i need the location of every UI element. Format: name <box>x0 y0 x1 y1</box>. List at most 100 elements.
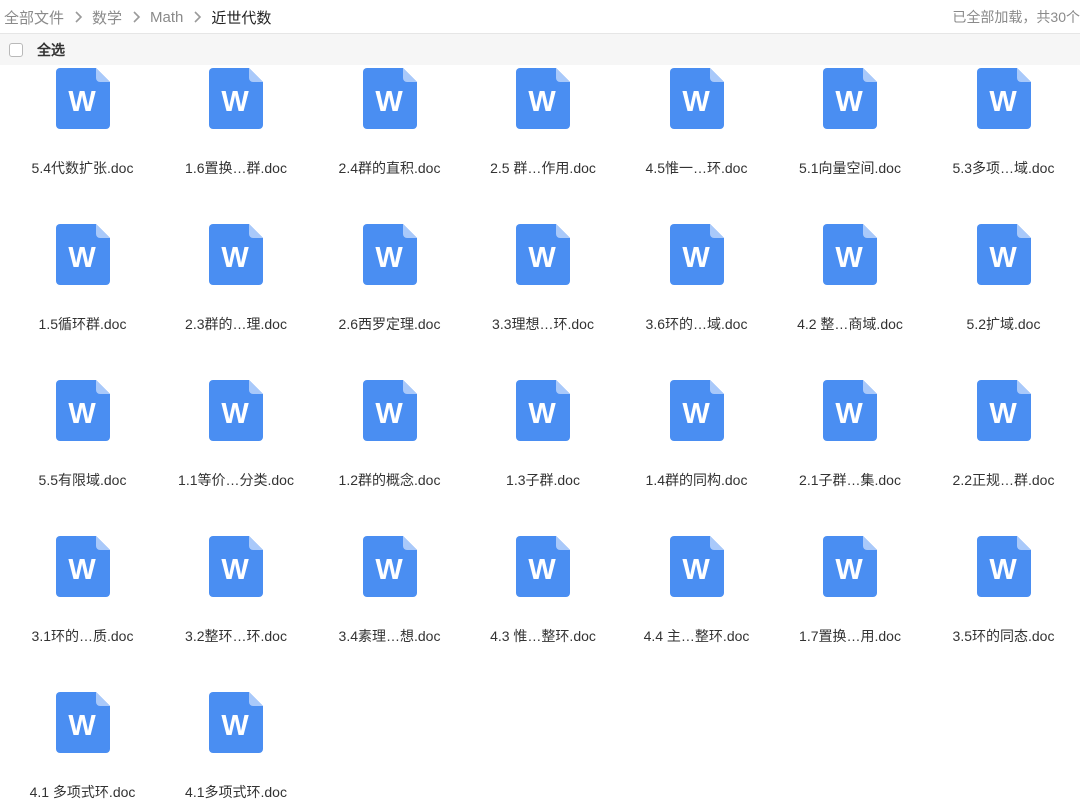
word-doc-icon: W <box>55 536 110 597</box>
word-doc-icon: W <box>209 224 263 285</box>
file-name: 4.1 多项式环.doc <box>29 784 136 800</box>
file-item[interactable]: W 4.3 惟…整环.doc <box>467 534 620 690</box>
file-name: 5.3多项…域.doc <box>952 160 1055 176</box>
breadcrumb-all-files[interactable]: 全部文件 <box>4 7 64 28</box>
file-item[interactable]: W 5.5有限域.doc <box>6 378 159 534</box>
word-doc-icon: W <box>823 380 877 441</box>
file-item[interactable]: W 3.2整环…环.doc <box>160 534 313 690</box>
word-doc-icon: W <box>516 380 570 441</box>
breadcrumb-math-cn[interactable]: 数学 <box>92 7 122 28</box>
file-item[interactable]: W 3.6环的…域.doc <box>620 222 773 378</box>
file-item[interactable]: W 4.1多项式环.doc <box>160 690 313 806</box>
word-doc-icon: W <box>362 68 417 129</box>
file-name: 3.2整环…环.doc <box>185 628 287 644</box>
word-doc-icon: W <box>669 536 724 597</box>
file-item[interactable]: W 2.2正规…群.doc <box>927 378 1080 534</box>
file-item[interactable]: W 2.4群的直积.doc <box>313 66 466 222</box>
word-doc-icon: W <box>516 224 570 285</box>
file-item[interactable]: W 3.4素理…想.doc <box>313 534 466 690</box>
svg-text:W: W <box>989 554 1017 586</box>
svg-text:W: W <box>68 242 96 274</box>
file-name: 2.5 群…作用.doc <box>490 160 596 176</box>
svg-text:W: W <box>989 86 1017 118</box>
word-doc-icon: W <box>55 224 110 285</box>
chevron-right-icon <box>133 11 141 23</box>
file-item[interactable]: W 5.1向量空间.doc <box>774 66 927 222</box>
file-name: 1.5循环群.doc <box>38 316 127 332</box>
file-item[interactable]: W 2.6西罗定理.doc <box>313 222 466 378</box>
svg-text:W: W <box>682 554 710 586</box>
file-name: 4.2 整…商域.doc <box>797 316 903 332</box>
file-item[interactable]: W 3.3理想…环.doc <box>467 222 620 378</box>
word-doc-icon: W <box>823 68 877 129</box>
file-item[interactable]: W 1.7置换…用.doc <box>774 534 927 690</box>
file-item[interactable]: W 4.2 整…商域.doc <box>774 222 927 378</box>
svg-text:W: W <box>221 86 249 118</box>
file-item[interactable]: W 5.4代数扩张.doc <box>6 66 159 222</box>
svg-text:W: W <box>375 86 403 118</box>
word-doc-icon: W <box>976 224 1031 285</box>
svg-text:W: W <box>528 242 556 274</box>
file-item[interactable]: W 1.1等价…分类.doc <box>160 378 313 534</box>
svg-text:W: W <box>375 398 403 430</box>
file-item[interactable]: W 2.1子群…集.doc <box>774 378 927 534</box>
select-all-label[interactable]: 全选 <box>37 40 65 60</box>
file-name: 4.5惟一…环.doc <box>645 160 748 176</box>
file-item[interactable]: W 4.5惟一…环.doc <box>620 66 773 222</box>
word-doc-icon: W <box>55 68 110 129</box>
word-doc-icon: W <box>669 68 724 129</box>
file-item[interactable]: W 1.6置换…群.doc <box>160 66 313 222</box>
svg-text:W: W <box>528 86 556 118</box>
svg-text:W: W <box>221 554 249 586</box>
svg-text:W: W <box>68 710 96 742</box>
select-all-checkbox[interactable] <box>9 42 23 57</box>
svg-text:W: W <box>835 86 863 118</box>
file-name: 4.3 惟…整环.doc <box>490 628 596 644</box>
file-name: 4.1多项式环.doc <box>185 784 287 800</box>
word-doc-icon: W <box>209 68 263 129</box>
word-doc-icon: W <box>976 380 1031 441</box>
file-name: 3.1环的…质.doc <box>31 628 134 644</box>
svg-text:W: W <box>835 398 863 430</box>
file-name: 1.6置换…群.doc <box>185 160 287 176</box>
word-doc-icon: W <box>209 536 263 597</box>
breadcrumb: 全部文件 数学 Math 近世代数 <box>4 0 271 34</box>
file-item[interactable]: W 5.2扩域.doc <box>927 222 1080 378</box>
word-doc-icon: W <box>209 692 263 753</box>
file-item[interactable]: W 1.4群的同构.doc <box>620 378 773 534</box>
file-name: 1.7置换…用.doc <box>799 628 901 644</box>
file-name: 3.3理想…环.doc <box>492 316 594 332</box>
svg-text:W: W <box>221 242 249 274</box>
word-doc-icon: W <box>362 380 417 441</box>
file-name: 5.4代数扩张.doc <box>31 160 134 176</box>
file-item[interactable]: W 1.3子群.doc <box>467 378 620 534</box>
file-name: 1.1等价…分类.doc <box>178 472 294 488</box>
svg-text:W: W <box>989 242 1017 274</box>
svg-text:W: W <box>68 86 96 118</box>
word-doc-icon: W <box>669 224 724 285</box>
chevron-right-icon <box>194 11 202 23</box>
svg-text:W: W <box>375 242 403 274</box>
word-doc-icon: W <box>209 380 263 441</box>
file-name: 2.6西罗定理.doc <box>338 316 441 332</box>
file-item[interactable]: W 1.5循环群.doc <box>6 222 159 378</box>
file-item[interactable]: W 4.1 多项式环.doc <box>6 690 159 806</box>
file-item[interactable]: W 1.2群的概念.doc <box>313 378 466 534</box>
word-doc-icon: W <box>55 380 110 441</box>
file-item[interactable]: W 3.5环的同态.doc <box>927 534 1080 690</box>
load-status: 已全部加载，共30个 <box>952 9 1080 25</box>
file-item[interactable]: W 3.1环的…质.doc <box>6 534 159 690</box>
file-item[interactable]: W 2.5 群…作用.doc <box>467 66 620 222</box>
svg-text:W: W <box>221 710 249 742</box>
file-name: 3.5环的同态.doc <box>952 628 1055 644</box>
file-item[interactable]: W 4.4 主…整环.doc <box>620 534 773 690</box>
svg-text:W: W <box>221 398 249 430</box>
word-doc-icon: W <box>55 692 110 753</box>
file-name: 2.1子群…集.doc <box>799 472 901 488</box>
svg-text:W: W <box>375 554 403 586</box>
breadcrumb-math[interactable]: Math <box>150 9 183 26</box>
word-doc-icon: W <box>823 536 877 597</box>
file-name: 3.4素理…想.doc <box>338 628 441 644</box>
file-item[interactable]: W 5.3多项…域.doc <box>927 66 1080 222</box>
file-item[interactable]: W 2.3群的…理.doc <box>160 222 313 378</box>
